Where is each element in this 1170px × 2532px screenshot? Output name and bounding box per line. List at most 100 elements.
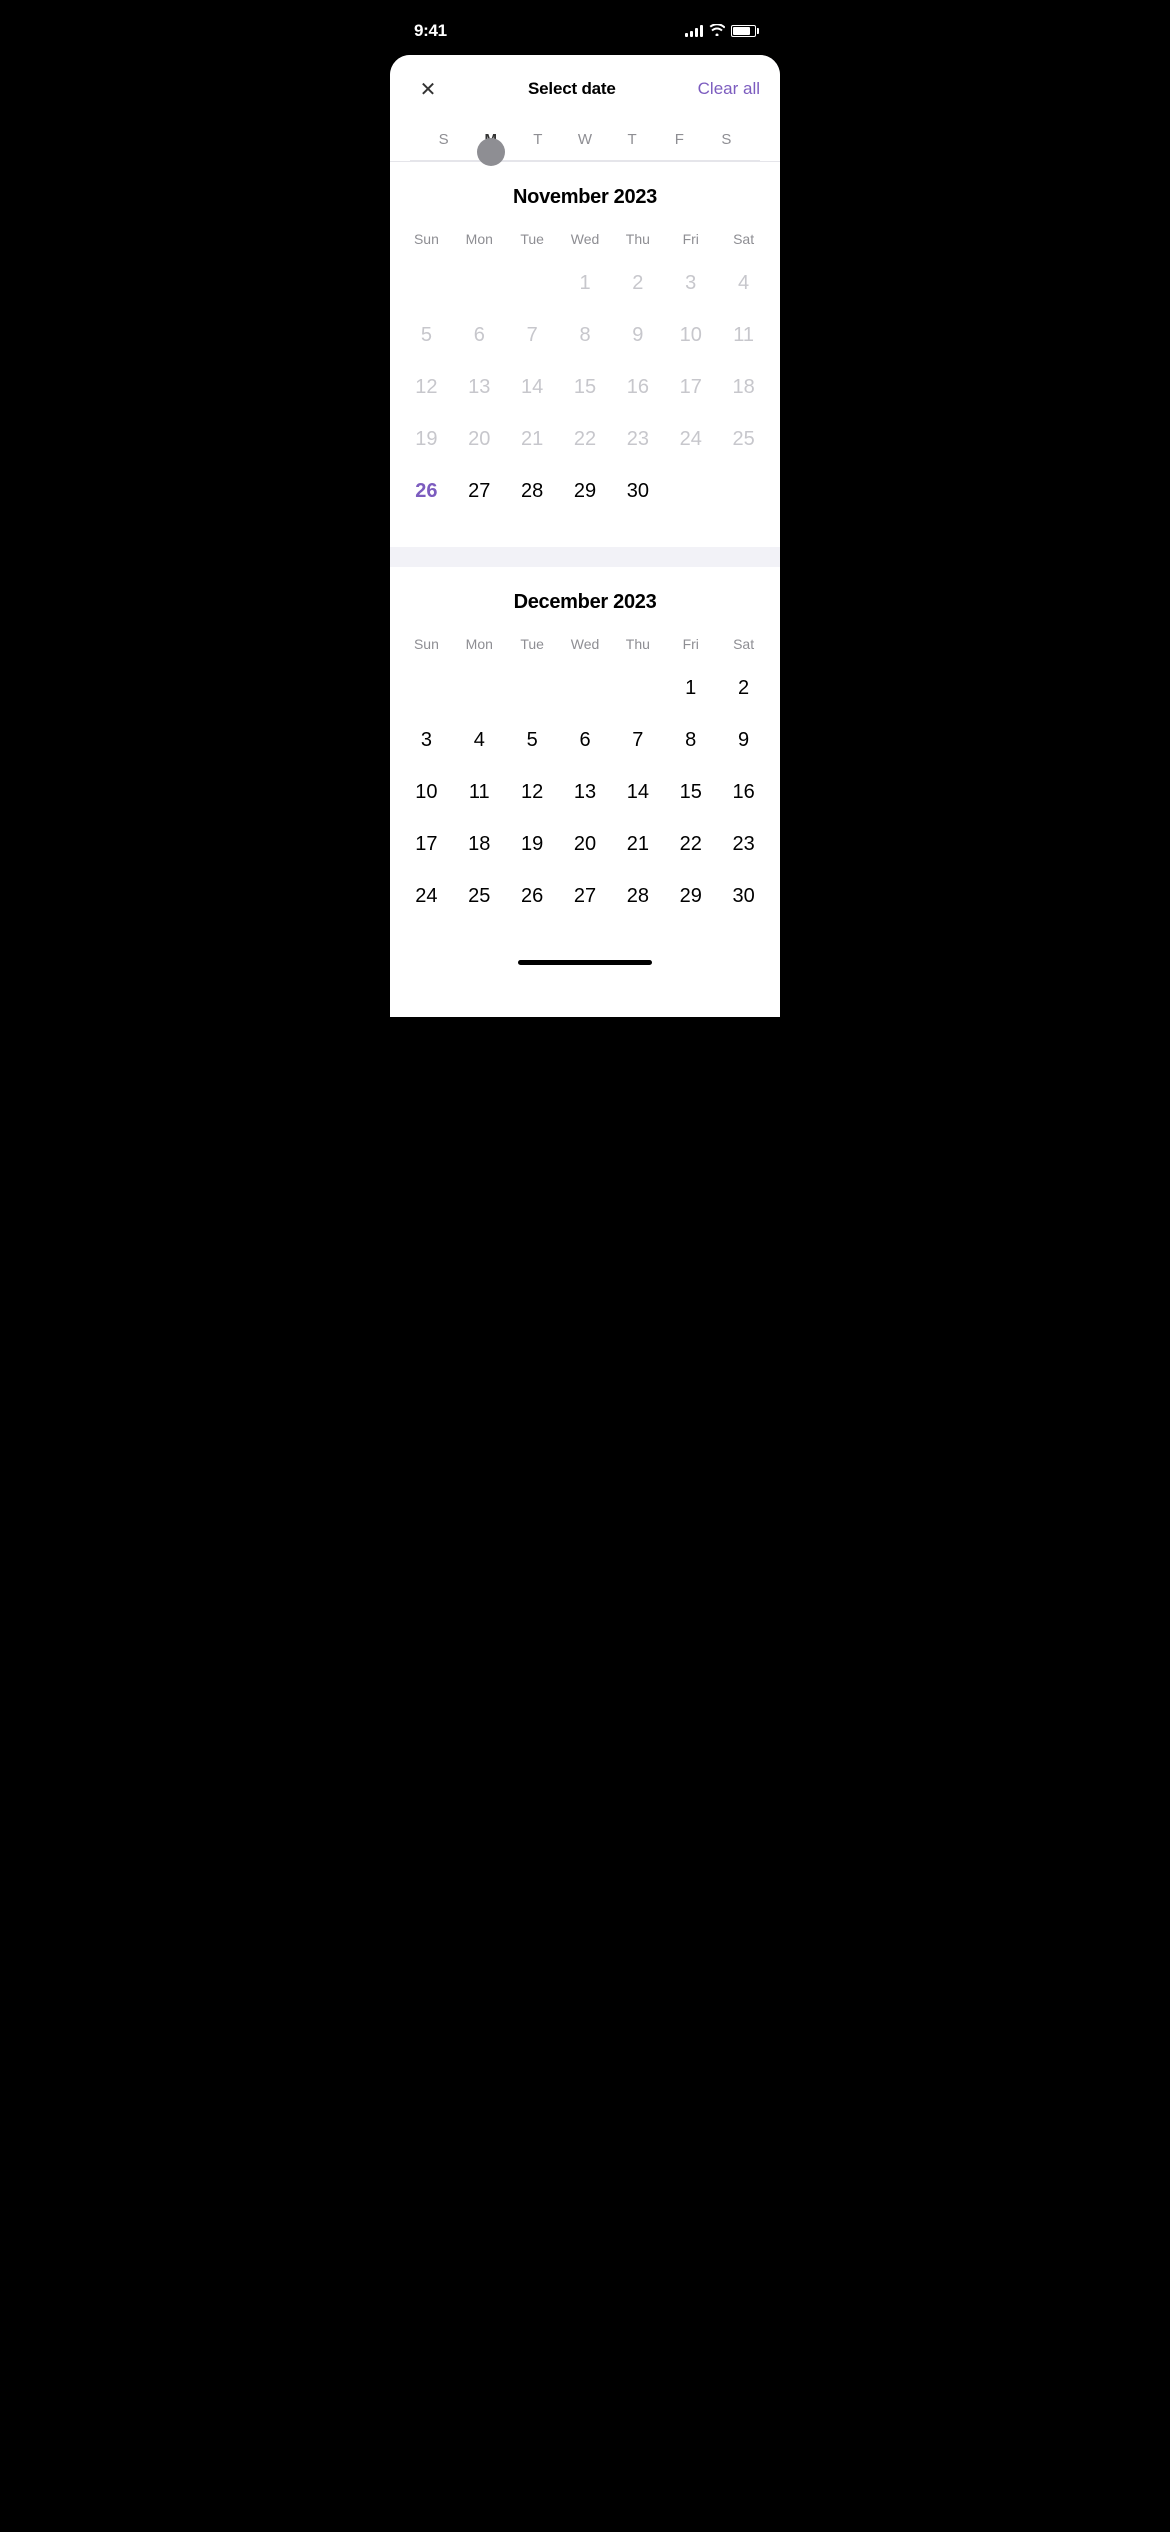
nov-week-5: 26 27 28 29 30 xyxy=(400,465,770,517)
nov-day-16[interactable]: 16 xyxy=(611,361,664,413)
nov-header-sun: Sun xyxy=(400,225,453,253)
dec-day-30[interactable]: 30 xyxy=(717,870,770,922)
nov-day-23[interactable]: 23 xyxy=(611,413,664,465)
dec-day-29[interactable]: 29 xyxy=(664,870,717,922)
nov-day-18[interactable]: 18 xyxy=(717,361,770,413)
weekday-fri: F xyxy=(656,131,703,148)
nov-day-22[interactable]: 22 xyxy=(559,413,612,465)
nov-empty-1 xyxy=(400,257,453,309)
dec-day-26[interactable]: 26 xyxy=(506,870,559,922)
dec-day-19[interactable]: 19 xyxy=(506,818,559,870)
dec-day-8[interactable]: 8 xyxy=(664,714,717,766)
dec-week-4: 17 18 19 20 21 22 23 xyxy=(400,818,770,870)
nov-day-8[interactable]: 8 xyxy=(559,309,612,361)
dec-empty-2 xyxy=(453,662,506,714)
nov-day-9[interactable]: 9 xyxy=(611,309,664,361)
nov-day-30[interactable]: 30 xyxy=(611,465,664,517)
dec-day-27[interactable]: 27 xyxy=(559,870,612,922)
dec-day-4[interactable]: 4 xyxy=(453,714,506,766)
weekday-dot xyxy=(477,138,505,166)
nov-day-13[interactable]: 13 xyxy=(453,361,506,413)
dec-day-10[interactable]: 10 xyxy=(400,766,453,818)
nov-day-2[interactable]: 2 xyxy=(611,257,664,309)
dec-day-6[interactable]: 6 xyxy=(559,714,612,766)
nov-header-wed: Wed xyxy=(559,225,612,253)
nov-day-1[interactable]: 1 xyxy=(559,257,612,309)
nov-day-15[interactable]: 15 xyxy=(559,361,612,413)
status-icons xyxy=(685,23,756,39)
status-time: 9:41 xyxy=(414,21,447,41)
dec-header-mon: Mon xyxy=(453,630,506,658)
weekday-mon: M xyxy=(467,131,514,148)
nov-day-12[interactable]: 12 xyxy=(400,361,453,413)
nov-day-6[interactable]: 6 xyxy=(453,309,506,361)
nov-day-21[interactable]: 21 xyxy=(506,413,559,465)
phone-container: 9:41 ✕ Sele xyxy=(390,0,780,1017)
dec-day-5[interactable]: 5 xyxy=(506,714,559,766)
dec-day-13[interactable]: 13 xyxy=(559,766,612,818)
dec-day-16[interactable]: 16 xyxy=(717,766,770,818)
nov-day-7[interactable]: 7 xyxy=(506,309,559,361)
dec-empty-4 xyxy=(559,662,612,714)
dec-day-9[interactable]: 9 xyxy=(717,714,770,766)
calendar-scroll[interactable]: November 2023 Sun Mon Tue Wed Thu Fri Sa… xyxy=(390,162,780,1017)
dec-day-21[interactable]: 21 xyxy=(611,818,664,870)
month-divider xyxy=(390,547,780,567)
dec-day-22[interactable]: 22 xyxy=(664,818,717,870)
weekday-sat: S xyxy=(703,131,750,148)
dec-day-11[interactable]: 11 xyxy=(453,766,506,818)
nov-day-5[interactable]: 5 xyxy=(400,309,453,361)
dec-day-17[interactable]: 17 xyxy=(400,818,453,870)
dec-day-18[interactable]: 18 xyxy=(453,818,506,870)
dec-empty-5 xyxy=(611,662,664,714)
nov-day-11[interactable]: 11 xyxy=(717,309,770,361)
november-day-headers: Sun Mon Tue Wed Thu Fri Sat xyxy=(400,225,770,253)
dec-day-15[interactable]: 15 xyxy=(664,766,717,818)
dec-day-1[interactable]: 1 xyxy=(664,662,717,714)
dec-day-28[interactable]: 28 xyxy=(611,870,664,922)
dec-day-25[interactable]: 25 xyxy=(453,870,506,922)
nov-week-2: 5 6 7 8 9 10 11 xyxy=(400,309,770,361)
nov-day-29[interactable]: 29 xyxy=(559,465,612,517)
dec-week-5: 24 25 26 27 28 29 30 xyxy=(400,870,770,922)
nov-day-14[interactable]: 14 xyxy=(506,361,559,413)
dec-week-1: 1 2 xyxy=(400,662,770,714)
dec-empty-1 xyxy=(400,662,453,714)
december-section: December 2023 Sun Mon Tue Wed Thu Fri Sa… xyxy=(390,567,780,952)
dec-day-12[interactable]: 12 xyxy=(506,766,559,818)
nov-day-19[interactable]: 19 xyxy=(400,413,453,465)
nov-header-sat: Sat xyxy=(717,225,770,253)
dec-header-fri: Fri xyxy=(664,630,717,658)
nov-day-24[interactable]: 24 xyxy=(664,413,717,465)
clear-all-button[interactable]: Clear all xyxy=(698,79,760,99)
nov-day-27[interactable]: 27 xyxy=(453,465,506,517)
nov-day-28[interactable]: 28 xyxy=(506,465,559,517)
dec-day-23[interactable]: 23 xyxy=(717,818,770,870)
weekday-wed: W xyxy=(561,131,608,148)
dec-day-3[interactable]: 3 xyxy=(400,714,453,766)
nov-day-4[interactable]: 4 xyxy=(717,257,770,309)
nov-empty-2 xyxy=(453,257,506,309)
close-button[interactable]: ✕ xyxy=(410,71,446,107)
nov-day-20[interactable]: 20 xyxy=(453,413,506,465)
nov-day-26-today[interactable]: 26 xyxy=(400,465,453,517)
nov-header-tue: Tue xyxy=(506,225,559,253)
dec-day-7[interactable]: 7 xyxy=(611,714,664,766)
december-day-headers: Sun Mon Tue Wed Thu Fri Sat xyxy=(400,630,770,658)
close-icon: ✕ xyxy=(420,77,437,102)
dec-day-14[interactable]: 14 xyxy=(611,766,664,818)
nov-day-3[interactable]: 3 xyxy=(664,257,717,309)
nov-day-17[interactable]: 17 xyxy=(664,361,717,413)
status-bar: 9:41 xyxy=(390,0,780,50)
nov-day-10[interactable]: 10 xyxy=(664,309,717,361)
dec-day-24[interactable]: 24 xyxy=(400,870,453,922)
dec-day-20[interactable]: 20 xyxy=(559,818,612,870)
dec-header-wed: Wed xyxy=(559,630,612,658)
wifi-icon xyxy=(709,23,725,39)
dec-day-2[interactable]: 2 xyxy=(717,662,770,714)
weekday-tue: T xyxy=(514,131,561,148)
november-section: November 2023 Sun Mon Tue Wed Thu Fri Sa… xyxy=(390,162,780,547)
modal-sheet: ✕ Select date Clear all S M T W T F S xyxy=(390,55,780,1017)
weekday-row: S M T W T F S xyxy=(410,123,760,161)
nov-day-25[interactable]: 25 xyxy=(717,413,770,465)
